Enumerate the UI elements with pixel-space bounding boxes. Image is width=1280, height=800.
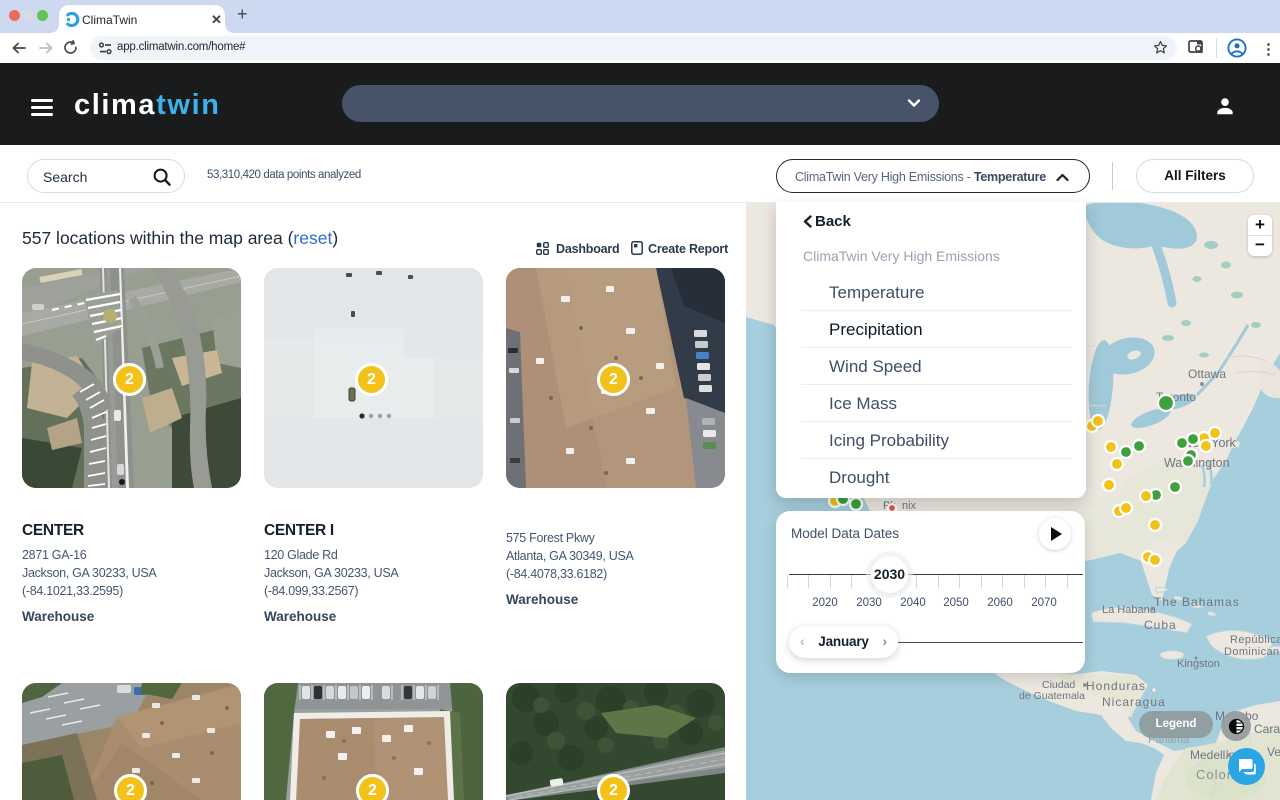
svg-text:Dominicana: Dominicana <box>1224 646 1280 658</box>
svg-text:Cuba: Cuba <box>1144 618 1177 632</box>
svg-text:Ottawa: Ottawa <box>1188 367 1226 381</box>
svg-text:Carac: Carac <box>1254 722 1280 736</box>
svg-text:de Guatemala: de Guatemala <box>1019 690 1085 702</box>
svg-text:The Bahamas: The Bahamas <box>1154 595 1240 609</box>
svg-text:Nicaragua: Nicaragua <box>1102 695 1166 709</box>
svg-text:República: República <box>1230 634 1280 646</box>
svg-text:Kingston: Kingston <box>1177 658 1220 670</box>
svg-text:La Habana: La Habana <box>1102 604 1157 616</box>
svg-text:Ver: Ver <box>1267 745 1280 759</box>
svg-text:Honduras: Honduras <box>1086 679 1146 693</box>
